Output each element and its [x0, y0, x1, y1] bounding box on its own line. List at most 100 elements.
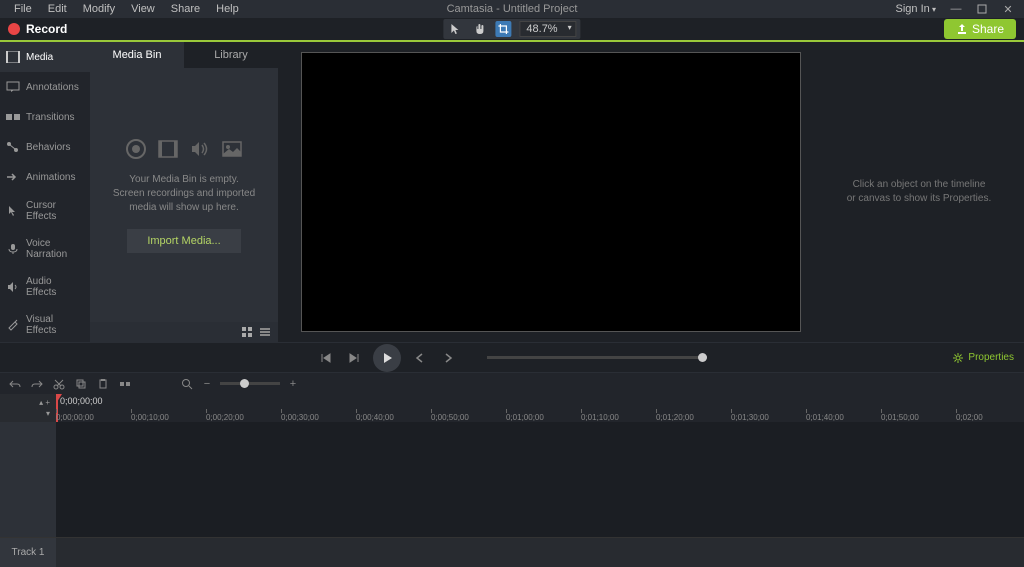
undo-icon[interactable]: [8, 377, 22, 391]
zoom-slider[interactable]: [220, 382, 280, 385]
canvas-area: [278, 42, 814, 342]
chevron-up-icon[interactable]: ▴ +: [39, 398, 50, 407]
cursor-effects-icon: [6, 204, 20, 218]
tab-media-bin[interactable]: Media Bin: [90, 42, 184, 68]
tab-library[interactable]: Library: [184, 42, 278, 68]
menu-file[interactable]: File: [6, 1, 40, 17]
ruler-tick: 0;01;20;00: [656, 413, 694, 422]
gear-icon: [952, 352, 964, 364]
list-view-icon[interactable]: [258, 325, 272, 339]
playhead-time: 0;00;00;00: [60, 396, 103, 406]
record-icon: [8, 23, 20, 35]
record-label: Record: [26, 22, 67, 36]
zoom-thumb[interactable]: [240, 379, 249, 388]
next-frame-button[interactable]: [345, 349, 363, 367]
sidebar-item-visual-effects[interactable]: Visual Effects: [0, 306, 90, 344]
zoom-in-icon[interactable]: +: [286, 377, 300, 391]
ruler-tick: 0;01;30;00: [731, 413, 769, 422]
sidebar-item-media[interactable]: Media: [0, 42, 90, 72]
paste-icon[interactable]: [96, 377, 110, 391]
redo-icon[interactable]: [30, 377, 44, 391]
window-title: Camtasia - Untitled Project: [447, 3, 578, 15]
sidebar-item-voice-narration[interactable]: Voice Narration: [0, 230, 90, 268]
sidebar-item-animations[interactable]: Animations: [0, 162, 90, 192]
sidebar-item-behaviors[interactable]: Behaviors: [0, 132, 90, 162]
menu-edit[interactable]: Edit: [40, 1, 75, 17]
next-clip-button[interactable]: [439, 349, 457, 367]
maximize-button[interactable]: [976, 3, 988, 15]
timeline-ruler: ▴ + ▾ 0;00;00;00 0;00;00;000;00;10;000;0…: [0, 394, 1024, 422]
ruler-tick: 0;00;40;00: [356, 413, 394, 422]
menu-help[interactable]: Help: [208, 1, 247, 17]
signin-dropdown[interactable]: Sign In: [896, 3, 937, 15]
menu-modify[interactable]: Modify: [75, 1, 123, 17]
bin-tabs: Media Bin Library: [90, 42, 278, 68]
ruler-tick: 0;00;10;00: [131, 413, 169, 422]
sidebar-label: Audio Effects: [26, 276, 84, 298]
copy-icon[interactable]: [74, 377, 88, 391]
record-button[interactable]: Record: [0, 22, 67, 36]
main-menu: File Edit Modify View Share Help: [0, 1, 247, 17]
scrubber-thumb[interactable]: [698, 353, 707, 362]
track-row-1: Track 1: [0, 537, 1024, 567]
zoom-fit-icon[interactable]: [180, 377, 194, 391]
preview-canvas[interactable]: [301, 52, 801, 332]
prev-clip-button[interactable]: [411, 349, 429, 367]
canvas-tools: 48.7%: [443, 19, 580, 39]
transitions-icon: [6, 110, 20, 124]
ruler-tick: 0;00;50;00: [431, 413, 469, 422]
tracks-body-empty[interactable]: [56, 422, 1024, 537]
cut-icon[interactable]: [52, 377, 66, 391]
grid-view-icon[interactable]: [240, 325, 254, 339]
sidebar-label: Cursor Effects: [26, 200, 84, 222]
import-media-button[interactable]: Import Media...: [127, 229, 240, 253]
properties-button[interactable]: Properties: [952, 352, 1014, 364]
sidebar-label: Transitions: [26, 112, 75, 123]
ruler-tick: 0;00;30;00: [281, 413, 319, 422]
sidebar-label: Behaviors: [26, 142, 70, 153]
titlebar: File Edit Modify View Share Help Camtasi…: [0, 0, 1024, 18]
sidebar-item-transitions[interactable]: Transitions: [0, 102, 90, 132]
prev-frame-button[interactable]: [317, 349, 335, 367]
media-icon: [6, 50, 20, 64]
menu-view[interactable]: View: [123, 1, 163, 17]
animations-icon: [6, 170, 20, 184]
sidebar-label: Media: [26, 52, 53, 63]
playback-scrubber[interactable]: [487, 356, 707, 359]
ruler-tick: 0;01;40;00: [806, 413, 844, 422]
ruler-body[interactable]: 0;00;00;00 0;00;00;000;00;10;000;00;20;0…: [56, 394, 1024, 422]
play-button[interactable]: [373, 344, 401, 372]
close-button[interactable]: ✕: [1002, 3, 1014, 15]
properties-panel: Click an object on the timeline or canva…: [814, 42, 1024, 342]
cursor-tool-icon[interactable]: [447, 21, 463, 37]
toolbar: Record 48.7% Share: [0, 18, 1024, 42]
share-label: Share: [972, 22, 1004, 36]
sidebar-label: Animations: [26, 172, 75, 183]
timeline-tracks-empty: [0, 422, 1024, 537]
split-icon[interactable]: [118, 377, 132, 391]
chevron-down-icon[interactable]: ▾: [46, 409, 50, 418]
crop-tool-icon[interactable]: [495, 21, 511, 37]
sidebar: Media Annotations Transitions Behaviors …: [0, 42, 90, 342]
sidebar-label: Annotations: [26, 82, 79, 93]
audio-icon: [188, 137, 212, 161]
track-1-label[interactable]: Track 1: [0, 538, 56, 567]
sidebar-item-annotations[interactable]: Annotations: [0, 72, 90, 102]
bin-footer: [90, 322, 278, 342]
sidebar-item-audio-effects[interactable]: Audio Effects: [0, 268, 90, 306]
menu-share[interactable]: Share: [163, 1, 208, 17]
zoom-dropdown[interactable]: 48.7%: [519, 21, 576, 37]
ruler-ticks: 0;00;00;000;00;10;000;00;20;000;00;30;00…: [56, 408, 1024, 422]
minimize-button[interactable]: —: [950, 3, 962, 15]
share-button[interactable]: Share: [944, 19, 1016, 39]
track-1-body[interactable]: [56, 538, 1024, 567]
bin-empty-text: Your Media Bin is empty. Screen recordin…: [113, 173, 255, 215]
hand-tool-icon[interactable]: [471, 21, 487, 37]
zoom-out-icon[interactable]: −: [200, 377, 214, 391]
ruler-tick: 0;01;00;00: [506, 413, 544, 422]
media-bin-panel: Media Bin Library Your Media Bin is empt…: [90, 42, 278, 342]
timeline-zoom: − +: [180, 377, 300, 391]
properties-label: Properties: [968, 352, 1014, 363]
film-icon: [156, 137, 180, 161]
sidebar-item-cursor-effects[interactable]: Cursor Effects: [0, 192, 90, 230]
